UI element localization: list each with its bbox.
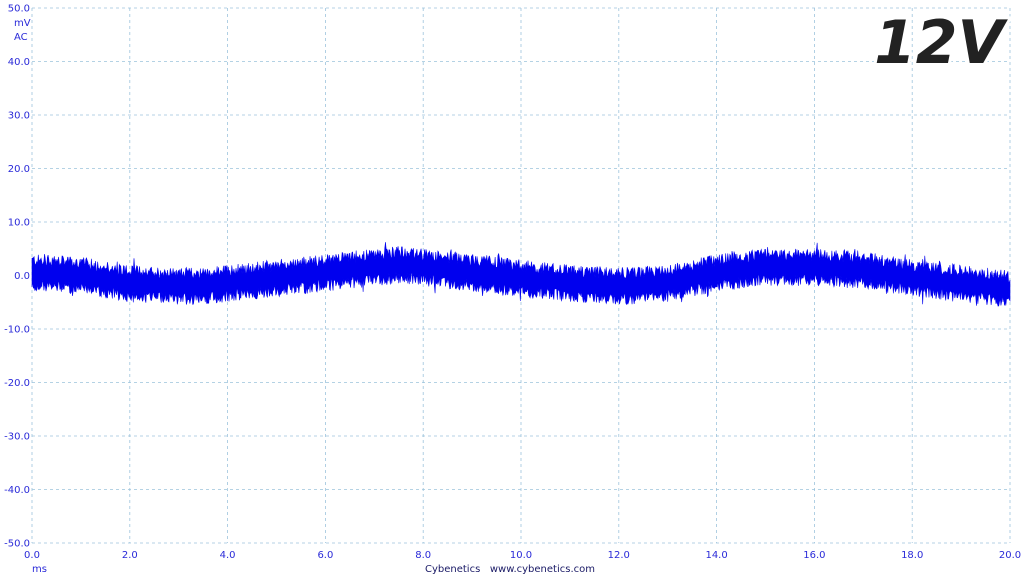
y-tick-label: 0.0 <box>14 271 30 282</box>
x-tick-labels: 0.0 2.0 4.0 6.0 8.0 10.0 12.0 14.0 16.0 18.0 20.0 <box>24 550 1021 561</box>
x-tick-label: 10.0 <box>510 550 532 561</box>
x-tick-label: 4.0 <box>220 550 236 561</box>
y-tick-label: 30.0 <box>8 111 30 122</box>
chart-title-face: 12V <box>874 8 1008 78</box>
oscilloscope-chart: 50.0 40.0 30.0 20.0 10.0 0.0 -10.0 -20.0 -30.0 -4… <box>4 4 1021 576</box>
x-tick-label: 8.0 <box>415 550 431 561</box>
y-tick-label: 40.0 <box>8 57 30 68</box>
x-tick-label: 12.0 <box>608 550 630 561</box>
x-tick-label: 2.0 <box>122 550 138 561</box>
footer-credit: Cybenetics www.cybenetics.com <box>425 564 595 575</box>
x-tick-label: 18.0 <box>901 550 923 561</box>
x-tick-label: 6.0 <box>317 550 333 561</box>
x-tick-label: 0.0 <box>24 550 40 561</box>
y-tick-label: 10.0 <box>8 218 30 229</box>
x-unit-label: ms <box>32 564 47 575</box>
y-tick-label: -50.0 <box>4 539 30 550</box>
x-tick-label: 20.0 <box>999 550 1021 561</box>
y-tick-label: -30.0 <box>4 432 30 443</box>
y-tick-label: -40.0 <box>4 485 30 496</box>
y-tick-labels: 50.0 40.0 30.0 20.0 10.0 0.0 -10.0 -20.0 -30.0 -4… <box>4 4 30 550</box>
y-tick-label: -10.0 <box>4 325 30 336</box>
y-unit-label: mV <box>14 18 31 29</box>
y-coupling-label: AC <box>14 32 28 43</box>
x-tick-label: 16.0 <box>803 550 825 561</box>
x-tick-label: 14.0 <box>705 550 727 561</box>
y-tick-label: 50.0 <box>8 4 30 15</box>
y-tick-label: 20.0 <box>8 164 30 175</box>
y-tick-label: -20.0 <box>4 378 30 389</box>
